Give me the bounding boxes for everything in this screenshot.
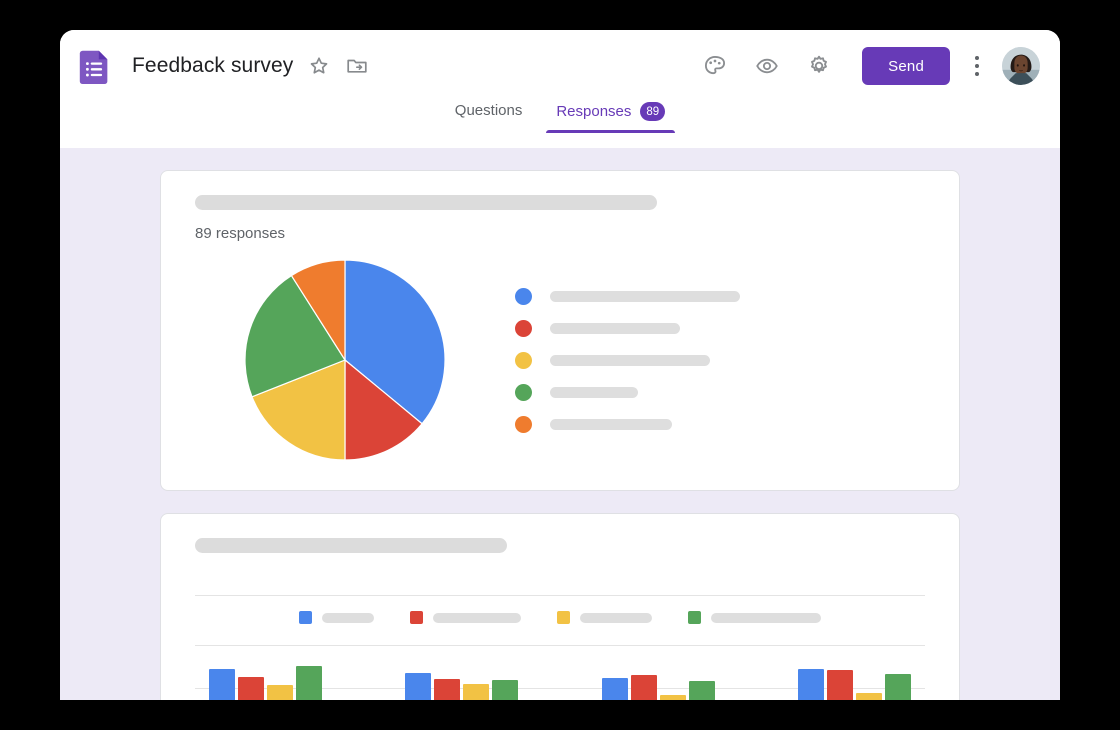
bar-red[interactable] <box>630 675 657 700</box>
kebab-dot <box>975 72 979 76</box>
bar-blue[interactable] <box>405 673 432 700</box>
gridline <box>195 645 925 646</box>
legend-color-green-icon <box>515 383 532 401</box>
bar-red[interactable] <box>826 670 853 700</box>
legend-label-placeholder <box>322 612 374 623</box>
bar-green[interactable] <box>296 666 322 700</box>
responses-count-badge: 89 <box>640 102 666 121</box>
tab-bar: Questions Responses 89 <box>60 102 1060 148</box>
legend-label-placeholder <box>711 612 821 623</box>
palette-icon[interactable] <box>702 53 728 79</box>
legend-color-yellow-icon <box>557 611 570 624</box>
legend-label-placeholder <box>550 290 740 302</box>
legend-label-placeholder <box>433 612 521 623</box>
legend-item[interactable] <box>515 287 925 305</box>
forms-window: Feedback survey Send Questions Responses… <box>60 30 1060 700</box>
eye-icon[interactable] <box>754 53 780 79</box>
bar-yellow[interactable] <box>267 685 293 700</box>
pie-chart-container <box>195 258 495 462</box>
bar-yellow[interactable] <box>659 695 686 700</box>
legend-color-blue-icon <box>299 611 312 624</box>
legend-item[interactable] <box>299 611 374 624</box>
tab-questions-label: Questions <box>454 102 523 119</box>
tab-responses[interactable]: Responses 89 <box>546 102 676 133</box>
bar-yellow[interactable] <box>463 684 490 700</box>
pie-chart-row <box>195 258 925 462</box>
pie-question-card: 89 responses <box>160 170 960 491</box>
gear-icon[interactable] <box>806 53 832 79</box>
bar-group <box>797 649 911 700</box>
bar-red[interactable] <box>434 679 461 700</box>
more-options-button[interactable] <box>974 56 980 76</box>
legend-color-red-icon <box>515 319 532 337</box>
legend-label-placeholder <box>580 612 652 623</box>
avatar[interactable] <box>1002 47 1040 85</box>
legend-item[interactable] <box>557 611 652 624</box>
bar-blue[interactable] <box>601 678 628 700</box>
tab-questions[interactable]: Questions <box>445 102 533 131</box>
legend-color-red-icon <box>410 611 423 624</box>
legend-item[interactable] <box>515 383 925 401</box>
bar-legend <box>195 611 925 624</box>
legend-color-green-icon <box>688 611 701 624</box>
legend-label-placeholder <box>550 322 680 334</box>
legend-label-placeholder <box>550 386 638 398</box>
legend-color-orange-icon <box>515 415 532 433</box>
legend-item[interactable] <box>410 611 521 624</box>
document-title[interactable]: Feedback survey <box>132 54 293 78</box>
question-title-placeholder <box>195 538 507 553</box>
legend-label-placeholder <box>550 354 710 366</box>
bar-groups <box>195 649 925 700</box>
google-forms-icon[interactable] <box>76 47 114 85</box>
star-outline-icon[interactable] <box>307 54 331 78</box>
bar-chart[interactable] <box>195 595 925 700</box>
bar-green[interactable] <box>492 680 519 700</box>
gridline <box>195 595 925 596</box>
bar-group <box>209 649 322 700</box>
legend-color-blue-icon <box>515 287 532 305</box>
responses-summary-panel: 89 responses <box>60 148 1060 700</box>
bar-group <box>405 649 519 700</box>
bar-group <box>601 649 715 700</box>
legend-color-yellow-icon <box>515 351 532 369</box>
bar-green[interactable] <box>688 681 715 700</box>
bar-yellow[interactable] <box>855 693 882 700</box>
pie-legend <box>495 287 925 433</box>
app-header: Feedback survey Send <box>60 30 1060 102</box>
legend-item[interactable] <box>515 319 925 337</box>
legend-item[interactable] <box>515 351 925 369</box>
legend-item[interactable] <box>515 415 925 433</box>
bar-blue[interactable] <box>797 669 824 700</box>
pie-chart[interactable] <box>243 258 447 462</box>
move-to-folder-icon[interactable] <box>345 54 369 78</box>
kebab-dot <box>975 56 979 60</box>
bar-green[interactable] <box>884 674 911 700</box>
bar-red[interactable] <box>238 677 264 700</box>
send-button[interactable]: Send <box>862 47 950 85</box>
bar-blue[interactable] <box>209 669 235 700</box>
response-count-label: 89 responses <box>195 225 286 242</box>
question-title-placeholder <box>195 195 657 210</box>
bar-question-card <box>160 513 960 700</box>
avatar-photo <box>1002 47 1040 85</box>
tab-responses-label: Responses <box>556 103 632 120</box>
legend-item[interactable] <box>688 611 821 624</box>
legend-label-placeholder <box>550 418 672 430</box>
kebab-dot <box>975 64 979 68</box>
